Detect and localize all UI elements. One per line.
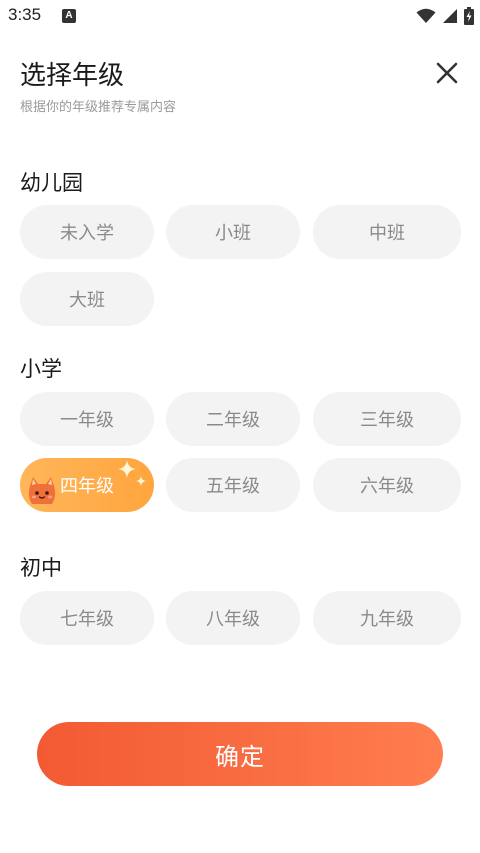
section-title-primary: 小学 [20, 357, 62, 381]
status-time: 3:35 [8, 5, 42, 24]
signal-icon [443, 9, 457, 23]
grade-option[interactable]: 未入学 [20, 205, 154, 259]
sparkle-icon [118, 460, 136, 478]
mascot-icon [28, 477, 56, 504]
wifi-icon [416, 8, 436, 23]
grade-option[interactable]: 二年级 [166, 392, 300, 446]
grade-option[interactable]: 六年级 [313, 458, 461, 512]
grade-option-label: 大班 [69, 290, 105, 311]
grade-option-label: 八年级 [206, 609, 260, 630]
grade-option-label: 九年级 [360, 609, 414, 630]
grade-option[interactable]: 大班 [20, 272, 154, 326]
grade-option[interactable]: 一年级 [20, 392, 154, 446]
grade-option-label: 中班 [369, 223, 405, 244]
grade-option[interactable]: 小班 [166, 205, 300, 259]
grade-option-label: 四年级 [60, 476, 114, 497]
grade-option-label: 小班 [215, 223, 251, 244]
page-subtitle: 根据你的年级推荐专属内容 [20, 100, 177, 115]
grade-option-label: 六年级 [360, 476, 414, 497]
confirm-button[interactable]: 确定 [37, 722, 443, 786]
grade-option-label: 未入学 [60, 223, 114, 244]
grade-option-label: 二年级 [206, 410, 260, 431]
grade-option[interactable]: 中班 [313, 205, 461, 259]
battery-icon [464, 7, 474, 25]
notification-icon: A [62, 9, 76, 23]
section-title-kindergarten: 幼儿园 [20, 171, 83, 195]
page-title: 选择年级 [20, 61, 125, 91]
status-icons [416, 6, 474, 26]
grade-option-label: 一年级 [60, 410, 114, 431]
sparkle-icon [136, 476, 146, 486]
grade-option[interactable]: 五年级 [166, 458, 300, 512]
close-icon [436, 62, 458, 84]
section-title-junior-high: 初中 [20, 556, 62, 580]
grade-option-selected[interactable]: 四年级 [20, 458, 154, 512]
close-button[interactable] [430, 56, 464, 90]
grade-option[interactable]: 七年级 [20, 591, 154, 645]
grade-option[interactable]: 八年级 [166, 591, 300, 645]
grade-option[interactable]: 三年级 [313, 392, 461, 446]
grade-option-label: 七年级 [60, 609, 114, 630]
grade-option-label: 五年级 [206, 476, 260, 497]
grade-option-label: 三年级 [360, 410, 414, 431]
grade-option[interactable]: 九年级 [313, 591, 461, 645]
status-bar: 3:35 A [0, 0, 480, 32]
